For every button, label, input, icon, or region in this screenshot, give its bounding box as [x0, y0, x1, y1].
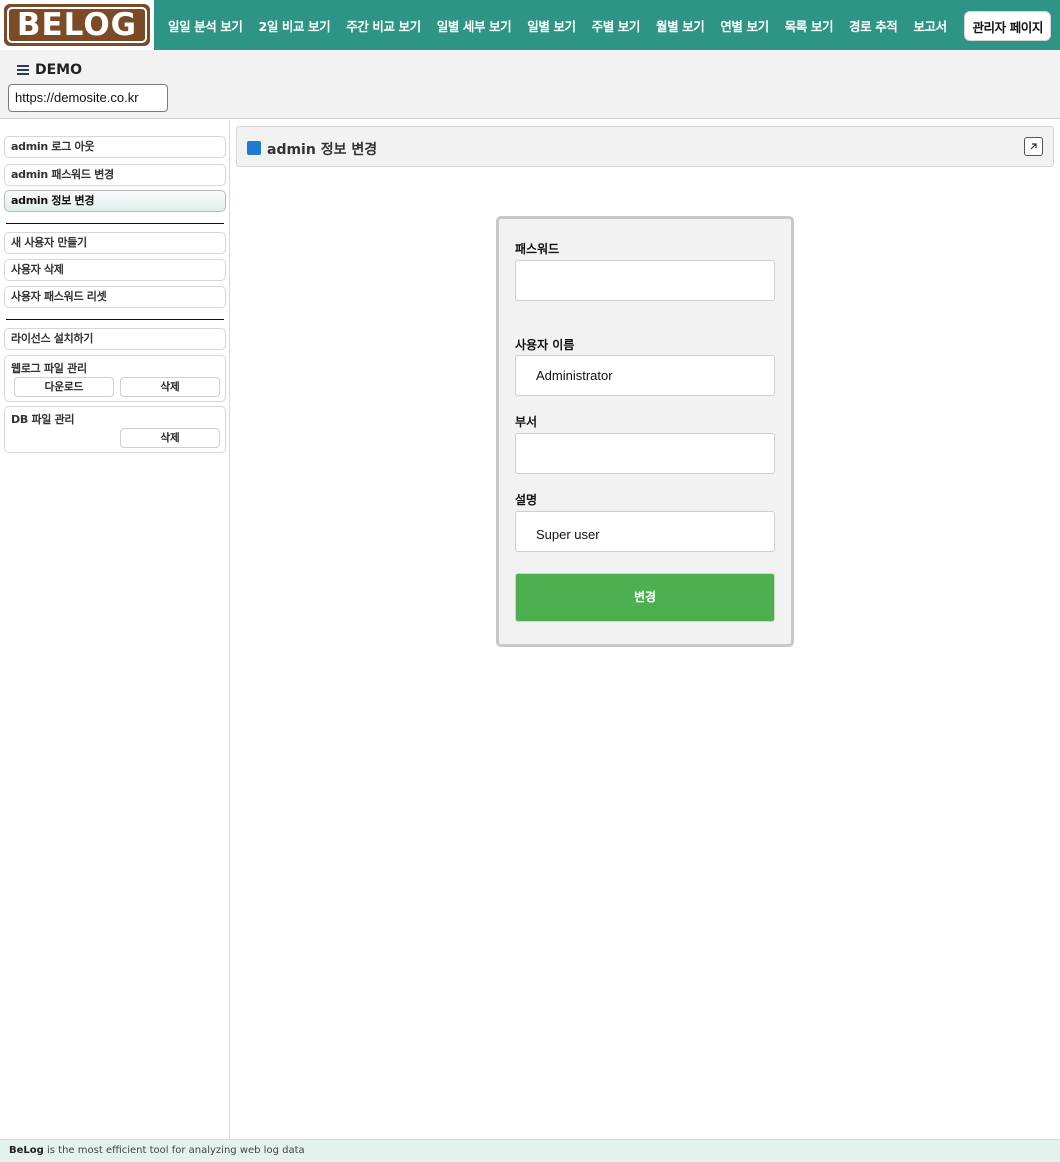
description-label: 설명 [515, 493, 538, 507]
page-title: admin 정보 변경 [267, 142, 378, 158]
nav-daily-detail[interactable]: 일별 세부 보기 [429, 16, 520, 35]
nav-path-trace[interactable]: 경로 추적 [841, 16, 905, 35]
nav-daily-analysis[interactable]: 일일 분석 보기 [160, 16, 251, 35]
admin-password-change-button[interactable]: admin 패스워드 변경 [4, 164, 226, 186]
nav-monthly[interactable]: 월별 보기 [648, 16, 712, 35]
hamburger-menu-icon[interactable] [17, 65, 29, 75]
db-file-manager-title: DB 파일 관리 [11, 413, 75, 426]
site-name: DEMO [35, 62, 83, 78]
description-input[interactable] [515, 511, 775, 552]
nav-list[interactable]: 목록 보기 [777, 16, 841, 35]
password-label: 패스워드 [515, 242, 560, 256]
site-header: DEMO https://demosite.co.kr [0, 50, 1060, 119]
db-delete-button[interactable]: 삭제 [120, 428, 220, 448]
department-input[interactable] [515, 433, 775, 474]
nav-weekly-compare[interactable]: 주간 비교 보기 [338, 16, 429, 35]
delete-user-button[interactable]: 사용자 삭제 [4, 259, 226, 281]
weblog-download-button[interactable]: 다운로드 [14, 377, 114, 397]
belog-logo[interactable]: BELOG [4, 4, 150, 46]
change-submit-button[interactable]: 변경 [515, 573, 775, 622]
admin-sidebar: admin 로그 아웃 admin 패스워드 변경 admin 정보 변경 새 … [0, 120, 230, 1139]
admin-info-change-button[interactable]: admin 정보 변경 [4, 190, 226, 212]
username-input[interactable] [515, 355, 775, 396]
footer: BeLog is the most efficient tool for ana… [0, 1139, 1060, 1162]
reset-user-password-button[interactable]: 사용자 패스워드 리셋 [4, 286, 226, 308]
logo-text: BELOG [16, 7, 138, 43]
admin-logout-button[interactable]: admin 로그 아웃 [4, 136, 226, 158]
footer-text: is the most efficient tool for analyzing… [43, 1145, 305, 1156]
nav-weekly[interactable]: 주별 보기 [584, 16, 648, 35]
nav-menu: 일일 분석 보기 2일 비교 보기 주간 비교 보기 일별 세부 보기 일별 보… [160, 0, 955, 50]
site-url-field[interactable]: https://demosite.co.kr [8, 84, 168, 112]
title-square-icon [247, 141, 261, 155]
nav-report[interactable]: 보고서 [905, 16, 954, 35]
weblog-delete-button[interactable]: 삭제 [120, 377, 220, 397]
department-label: 부서 [515, 415, 538, 429]
site-selector[interactable]: DEMO [17, 62, 82, 78]
weblog-file-manager: 웹로그 파일 관리 다운로드 삭제 [4, 355, 226, 402]
sidebar-divider [6, 223, 224, 224]
sidebar-divider [6, 319, 224, 320]
db-file-manager: DB 파일 관리 삭제 [4, 406, 226, 453]
install-license-button[interactable]: 라이선스 설치하기 [4, 328, 226, 350]
logo-container[interactable]: BELOG [0, 0, 154, 50]
panel-header: admin 정보 변경 [236, 126, 1054, 167]
nav-two-day-compare[interactable]: 2일 비교 보기 [251, 16, 339, 35]
create-user-button[interactable]: 새 사용자 만들기 [4, 232, 226, 254]
open-new-window-icon[interactable] [1024, 137, 1043, 156]
nav-yearly[interactable]: 연별 보기 [712, 16, 776, 35]
footer-brand: BeLog [9, 1145, 44, 1156]
admin-info-form: 패스워드 사용자 이름 부서 설명 변경 [496, 216, 794, 647]
admin-page-button[interactable]: 관리자 페이지 [964, 11, 1051, 41]
top-nav: BELOG 일일 분석 보기 2일 비교 보기 주간 비교 보기 일별 세부 보… [0, 0, 1060, 50]
nav-daily[interactable]: 일별 보기 [519, 16, 583, 35]
weblog-file-manager-title: 웹로그 파일 관리 [11, 362, 87, 375]
password-input[interactable] [515, 260, 775, 301]
username-label: 사용자 이름 [515, 338, 575, 352]
